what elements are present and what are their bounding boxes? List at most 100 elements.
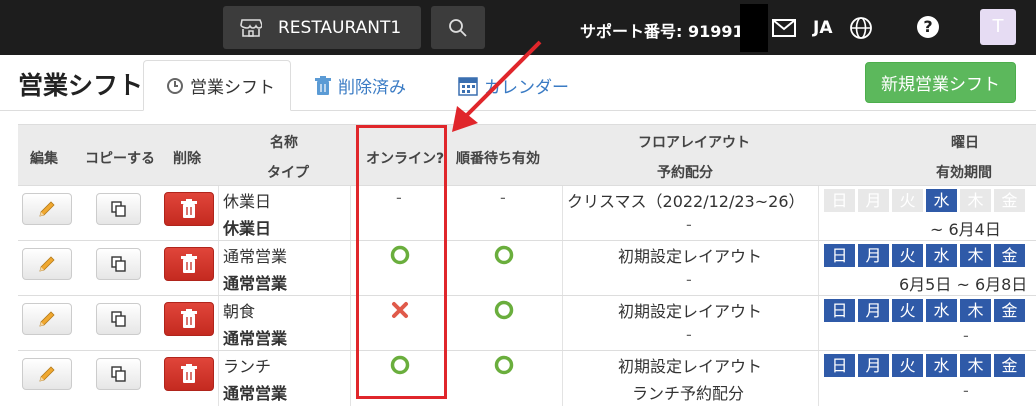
edit-button[interactable] <box>22 193 72 225</box>
delete-button[interactable] <box>164 247 214 281</box>
page-title: 営業シフト <box>18 71 144 100</box>
highlight-box <box>356 125 447 399</box>
day-badge: 木 <box>960 299 991 322</box>
edit-button[interactable] <box>22 358 72 390</box>
trash-icon <box>315 75 331 95</box>
day-badge: 木 <box>960 244 991 267</box>
header-period: 有効期間 <box>936 165 992 181</box>
shift-name: 通常営業 <box>223 247 288 266</box>
weekday-badges: 日 月 火 水 木 金 <box>824 244 1025 267</box>
annotation-arrow <box>452 40 542 132</box>
weekday-badges: 日 月 火 水 木 金 <box>824 354 1025 377</box>
allocation-value: - <box>686 325 692 344</box>
new-shift-button[interactable]: 新規営業シフト <box>865 62 1016 103</box>
delete-button[interactable] <box>164 302 214 336</box>
copy-icon <box>110 311 126 327</box>
header-edit: 編集 <box>30 151 58 167</box>
day-badge: 金 <box>994 189 1025 212</box>
allocation-value: ランチ予約配分 <box>632 384 745 403</box>
restaurant-selector-button[interactable]: RESTAURANT1 <box>223 6 421 49</box>
circle-icon <box>494 300 514 320</box>
header-weekday: 曜日 <box>951 135 979 151</box>
redacted-area <box>740 4 768 52</box>
mail-icon[interactable] <box>772 19 796 37</box>
edit-button[interactable] <box>22 248 72 280</box>
copy-button[interactable] <box>96 358 141 390</box>
layout-value: 初期設定レイアウト <box>618 247 763 266</box>
day-badge: 月 <box>858 189 889 212</box>
period-value: - <box>963 381 969 400</box>
table-row: ランチ 通常営業 初期設定レイアウト ランチ予約配分 日 月 火 水 木 金 - <box>18 350 1036 406</box>
pencil-icon <box>39 366 55 382</box>
queue-value: - <box>500 188 506 207</box>
copy-icon <box>110 256 126 272</box>
pencil-icon <box>39 256 55 272</box>
header-type: タイプ <box>267 165 309 181</box>
header-delete: 削除 <box>173 151 201 167</box>
day-badge: 木 <box>960 189 991 212</box>
day-badge: 金 <box>994 244 1025 267</box>
header-allocation: 予約配分 <box>657 165 713 181</box>
delete-button[interactable] <box>164 192 214 226</box>
day-badge: 火 <box>892 299 923 322</box>
day-badge: 火 <box>892 354 923 377</box>
trash-icon <box>181 199 197 218</box>
table-row: 休業日 休業日 - - クリスマス（2022/12/23~26） - 日 月 火… <box>18 185 1036 241</box>
weekday-badges: 日 月 火 水 木 金 <box>824 299 1025 322</box>
user-avatar[interactable]: T <box>980 9 1016 45</box>
globe-icon[interactable] <box>849 16 873 40</box>
shift-type: 通常営業 <box>223 384 288 403</box>
day-badge: 日 <box>824 299 855 322</box>
tab-deleted[interactable]: 削除済み <box>314 60 406 111</box>
clock-icon <box>167 77 183 94</box>
day-badge: 月 <box>858 299 889 322</box>
pencil-icon <box>39 311 55 327</box>
help-icon[interactable]: ? <box>917 16 939 38</box>
restaurant-name: RESTAURANT1 <box>278 17 402 38</box>
day-badge: 日 <box>824 244 855 267</box>
allocation-value: - <box>686 270 692 289</box>
delete-button[interactable] <box>164 357 214 391</box>
header-queue: 順番待ち有効 <box>456 151 540 167</box>
day-badge: 日 <box>824 189 855 212</box>
copy-icon <box>110 201 126 217</box>
shift-type: 休業日 <box>223 219 272 238</box>
tab-deleted-label: 削除済み <box>338 78 406 98</box>
header-name: 名称 <box>270 135 298 151</box>
copy-button[interactable] <box>96 303 141 335</box>
day-badge: 水 <box>926 244 957 267</box>
weekday-badges: 日 月 火 水 木 金 <box>824 189 1025 212</box>
tab-shifts[interactable]: 営業シフト <box>143 60 291 111</box>
period-value: ~ 6月4日 <box>930 220 1001 239</box>
day-badge: 水 <box>926 299 957 322</box>
edit-button[interactable] <box>22 303 72 335</box>
table-row: 通常営業 通常営業 初期設定レイアウト - 日 月 火 水 木 金 6月5日 ~… <box>18 240 1036 296</box>
day-badge: 金 <box>994 299 1025 322</box>
language-selector[interactable]: JA <box>813 18 832 38</box>
header-layout: フロアレイアウト <box>638 135 750 151</box>
shift-type: 通常営業 <box>223 329 288 348</box>
day-badge: 火 <box>892 189 923 212</box>
pencil-icon <box>39 201 55 217</box>
allocation-value: - <box>686 215 692 234</box>
shift-name: ランチ <box>223 357 272 376</box>
layout-value: クリスマス（2022/12/23~26） <box>567 192 805 211</box>
day-badge: 木 <box>960 354 991 377</box>
period-value: 6月5日 ~ 6月8日 <box>899 275 1028 294</box>
tab-shifts-label: 営業シフト <box>190 78 275 98</box>
shifts-table: 編集 コピーする 削除 名称 タイプ オンライン? 順番待ち有効 フロアレイアウ… <box>18 124 1036 406</box>
day-badge: 日 <box>824 354 855 377</box>
layout-value: 初期設定レイアウト <box>618 302 763 321</box>
trash-icon <box>181 254 197 273</box>
table-row: 朝食 通常営業 初期設定レイアウト - 日 月 火 水 木 金 - <box>18 295 1036 351</box>
copy-button[interactable] <box>96 248 141 280</box>
day-badge: 月 <box>858 244 889 267</box>
copy-button[interactable] <box>96 193 141 225</box>
circle-icon <box>494 355 514 375</box>
shift-type: 通常営業 <box>223 274 288 293</box>
day-badge: 月 <box>858 354 889 377</box>
trash-icon <box>181 364 197 383</box>
header-copy: コピーする <box>85 151 155 167</box>
support-number: サポート番号: 919919 <box>580 22 755 41</box>
shift-name: 朝食 <box>223 302 256 321</box>
